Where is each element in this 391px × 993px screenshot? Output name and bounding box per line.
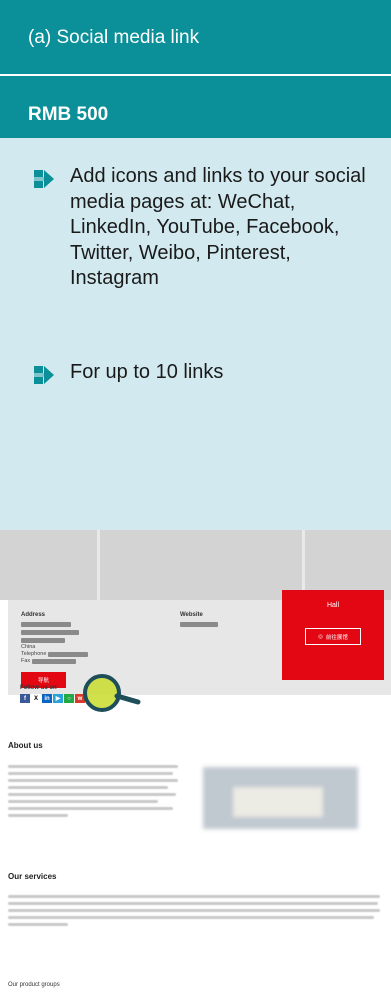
blurred-text <box>8 800 158 803</box>
facebook-icon[interactable]: f <box>20 694 30 703</box>
hall-title: Hall <box>326 602 340 609</box>
blurred-text <box>8 779 178 782</box>
blurred-text <box>32 659 76 664</box>
company-photo <box>203 767 358 829</box>
features-panel: Add icons and links to your social media… <box>0 138 391 530</box>
about-us-title: About us <box>8 741 43 750</box>
our-services-title: Our services <box>8 872 57 881</box>
blurred-text <box>8 902 378 905</box>
blurred-text <box>8 909 380 912</box>
social-icons-row: f X in ▶ ○ w <box>20 694 85 703</box>
banner-photo <box>0 530 97 600</box>
location-pin-icon: ◎ <box>318 633 323 640</box>
blurred-text <box>8 765 178 768</box>
feature-text: For up to 10 links <box>70 361 224 383</box>
blurred-text <box>8 916 374 919</box>
blurred-text <box>8 772 173 775</box>
wechat-icon[interactable]: ○ <box>64 694 74 703</box>
feature-text: Add icons and links to your social media… <box>70 165 366 289</box>
magnifier-icon <box>83 674 141 712</box>
hall-card: Hall ◎ 前往展馆 <box>282 590 384 680</box>
header: (a) Social media link <box>0 0 391 76</box>
blurred-text <box>48 652 88 657</box>
blurred-text <box>21 630 79 635</box>
blurred-text <box>8 793 176 796</box>
blurred-text <box>21 638 65 643</box>
blurred-text <box>8 923 68 926</box>
hall-button-label: 前往展馆 <box>325 634 348 641</box>
arrow-right-icon <box>34 366 54 384</box>
follow-us-block: Follow us on f X in ▶ ○ w <box>20 685 85 703</box>
price-bar: RMB 500 <box>0 76 391 138</box>
header-title: (a) Social media link <box>28 27 200 48</box>
youtube-icon[interactable]: ▶ <box>53 694 63 703</box>
blurred-text <box>180 622 218 627</box>
linkedin-icon[interactable]: in <box>42 694 52 703</box>
blurred-text <box>8 807 173 810</box>
blurred-text <box>21 622 71 627</box>
address-label: Address <box>21 612 46 618</box>
fax-label: Fax <box>21 658 31 664</box>
country-text: China <box>21 644 36 650</box>
go-to-hall-button[interactable]: ◎ 前往展馆 <box>305 628 361 645</box>
blurred-text <box>8 786 168 789</box>
blurred-text <box>8 814 68 817</box>
x-icon[interactable]: X <box>31 694 41 703</box>
arrow-right-icon <box>34 170 54 188</box>
product-groups-title: Our product groups <box>8 982 60 988</box>
follow-label: Follow us on <box>20 685 57 691</box>
banner-photo <box>100 530 302 600</box>
price-label: RMB 500 <box>28 104 109 125</box>
blurred-text <box>8 895 380 898</box>
telephone-label: Telephone <box>21 651 47 657</box>
website-label: Website <box>180 612 203 618</box>
